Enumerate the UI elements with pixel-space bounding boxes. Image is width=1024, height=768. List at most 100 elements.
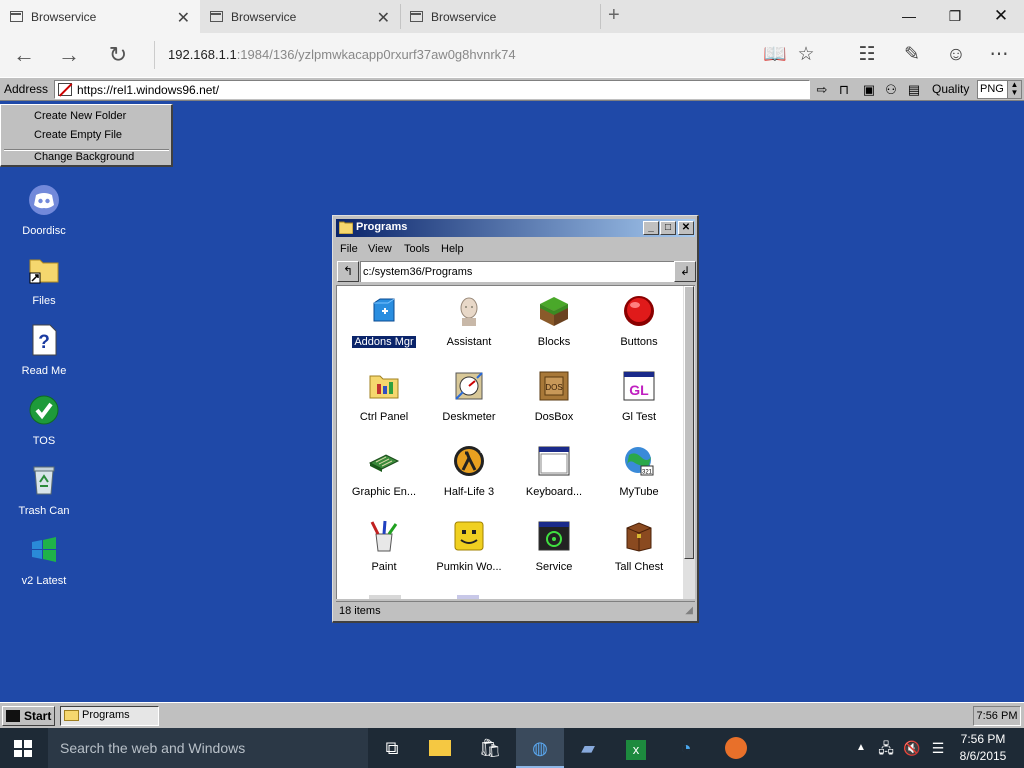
minimize-window-button[interactable]: — [886, 0, 932, 33]
more-menu-icon[interactable]: ⋯ [988, 44, 1010, 66]
graphics-card-icon [368, 454, 400, 472]
file-item-ctrl-panel[interactable]: Ctrl Panel [342, 370, 426, 425]
keyboard-window-icon [538, 446, 570, 476]
desktop-icon-tos[interactable]: TOS [4, 394, 84, 447]
taskbar-item-programs[interactable]: Programs [60, 706, 159, 726]
menu-item-create-empty-file[interactable]: Create Empty File [34, 127, 122, 143]
cortana-search-box[interactable]: Search the web and Windows [48, 728, 368, 768]
menu-file[interactable]: File [340, 243, 358, 255]
file-item-graphic-engine[interactable]: Graphic En... [342, 445, 426, 500]
url-divider [154, 41, 155, 69]
media-player-icon[interactable] [712, 728, 760, 768]
close-tab-icon[interactable]: ✕ [177, 8, 190, 28]
desktop-icon-trash-can[interactable]: Trash Can [4, 464, 84, 517]
up-folder-button[interactable]: ↰ [337, 261, 359, 282]
tray-expand-icon[interactable]: ▲ [852, 728, 870, 768]
browser-tab-1[interactable]: Browservice ✕ [0, 0, 200, 33]
window-minimize-button[interactable]: _ [643, 221, 659, 235]
address-input[interactable]: https://rel1.windows96.net/ [54, 80, 810, 99]
find-binoculars-icon[interactable]: ⚇ [882, 81, 900, 98]
file-item-dosbox[interactable]: DOS DosBox [512, 370, 596, 425]
desktop-icon-v2-latest[interactable]: v2 Latest [4, 534, 84, 587]
item-count: 18 items [339, 605, 381, 617]
maximize-window-button[interactable]: ❐ [932, 0, 978, 33]
file-item-buttons[interactable]: Buttons [597, 295, 681, 350]
start-logo-icon [6, 710, 20, 722]
excel-icon[interactable]: x [612, 728, 660, 768]
reading-view-icon[interactable]: 📖 [763, 44, 787, 66]
notepad-icon[interactable]: ▰ [564, 728, 612, 768]
file-item-keyboard[interactable]: Keyboard... [512, 445, 596, 500]
feedback-smiley-icon[interactable]: ☺ [945, 44, 967, 66]
refresh-icon[interactable]: ↻ [96, 33, 140, 77]
address-label: Address [4, 82, 49, 96]
file-item-blocks[interactable]: Blocks [512, 295, 596, 350]
volume-muted-icon[interactable]: 🔇 [900, 728, 924, 768]
edge-browser-icon[interactable]: ◍ [516, 728, 564, 768]
file-item-pumkin-wo[interactable]: Pumkin Wo... [427, 520, 511, 575]
clipboard-icon[interactable]: ▤ [905, 81, 923, 98]
menu-item-change-background[interactable]: Change Background [34, 149, 134, 165]
favorite-star-icon[interactable]: ☆ [795, 44, 817, 66]
browser-tab-2[interactable]: Browservice ✕ [200, 0, 400, 33]
path-input[interactable]: c:/system36/Programs [360, 261, 674, 282]
browser-app-icon[interactable]: ◔ [662, 728, 710, 768]
resize-grip-icon[interactable]: ◢ [685, 602, 693, 620]
forward-arrow-icon[interactable]: → [47, 33, 91, 77]
system-clock[interactable]: 7:56 PM 8/6/2015 [950, 731, 1016, 765]
file-item-gl-test[interactable]: GL Gl Test [597, 370, 681, 425]
file-item-label: Graphic En... [351, 486, 417, 498]
desktop-icon-doordisc[interactable]: Doordisc [4, 184, 84, 237]
go-arrow-icon[interactable]: ⇨ [813, 81, 831, 98]
file-item-half-life-3[interactable]: 3 Half-Life 3 [427, 445, 511, 500]
browser-url-field[interactable]: 192.168.1.1:1984/136/yzlpmwkacapp0rxurf3… [168, 47, 516, 62]
file-item-paint[interactable]: Paint [342, 520, 426, 575]
menu-item-create-new-folder[interactable]: Create New Folder [34, 108, 126, 124]
web-note-icon[interactable]: ✎ [901, 44, 923, 66]
window-title-bar[interactable]: Programs _ □ ✕ [336, 219, 695, 237]
new-tab-icon[interactable]: + [608, 4, 620, 27]
hub-icon[interactable]: ☷ [856, 44, 878, 66]
back-arrow-icon[interactable]: ← [2, 33, 46, 77]
task-view-icon[interactable]: ⧉ [368, 728, 416, 768]
windows-start-icon[interactable] [14, 740, 32, 757]
window-status-bar: 18 items ◢ [336, 601, 695, 619]
vertical-scrollbar[interactable] [683, 286, 695, 599]
quality-select[interactable]: PNG ▲ ▼ [977, 80, 1022, 99]
bookmark-icon[interactable]: ⊓ [835, 81, 853, 98]
window-close-button[interactable]: ✕ [678, 221, 694, 235]
folder-shortcut-icon [29, 259, 59, 284]
desktop-icon-files[interactable]: Files [4, 254, 84, 307]
browser-tab-3[interactable]: Browservice [400, 0, 600, 33]
file-explorer-icon[interactable] [416, 728, 464, 768]
quality-label: Quality [932, 82, 970, 96]
menu-help[interactable]: Help [441, 243, 464, 255]
file-item-addons-mgr[interactable]: Addons Mgr [342, 295, 426, 350]
go-path-button[interactable]: ↲ [674, 261, 696, 282]
start-button[interactable]: Start [2, 706, 55, 726]
file-item-label: Keyboard... [525, 486, 583, 498]
close-window-button[interactable]: ✕ [978, 0, 1024, 33]
store-icon[interactable]: 🛍 [466, 728, 514, 768]
svg-text:?: ? [38, 332, 50, 353]
network-icon[interactable]: 🖧 [874, 728, 898, 768]
file-item-mytube[interactable]: 321 MyTube [597, 445, 681, 500]
desktop-icon-read-me[interactable]: ? Read Me [4, 324, 84, 377]
svg-text:3: 3 [480, 448, 484, 455]
save-page-icon[interactable]: ▣ [860, 81, 878, 98]
action-center-icon[interactable]: ☰ [926, 728, 950, 768]
url-host: 192.168.1.1 [168, 47, 237, 62]
quality-stepper-icon[interactable]: ▲ ▼ [1007, 81, 1021, 98]
file-item-tall-chest[interactable]: Tall Chest [597, 520, 681, 575]
file-item-label: Paint [371, 561, 397, 573]
scrollbar-thumb[interactable] [684, 286, 694, 559]
window-maximize-button[interactable]: □ [660, 221, 676, 235]
menu-tools[interactable]: Tools [404, 243, 430, 255]
file-item-label: Ctrl Panel [359, 411, 409, 423]
file-item-assistant[interactable]: Assistant [427, 295, 511, 350]
window-title: Programs [356, 221, 408, 233]
close-tab-icon[interactable]: ✕ [377, 8, 390, 28]
file-item-service[interactable]: Service [512, 520, 596, 575]
menu-view[interactable]: View [368, 243, 392, 255]
file-item-deskmeter[interactable]: Deskmeter [427, 370, 511, 425]
